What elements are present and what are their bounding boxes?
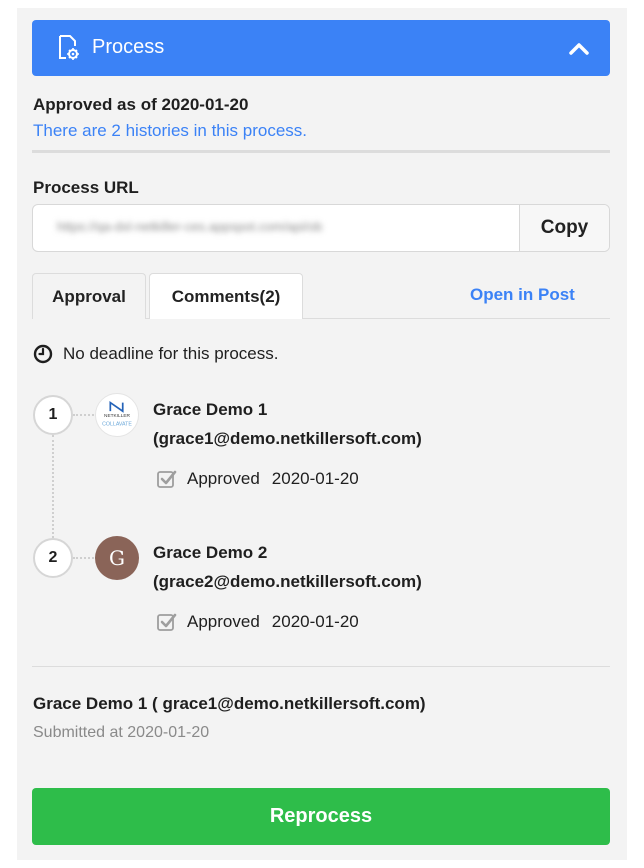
avatar: G: [95, 536, 139, 580]
submitter-name: Grace Demo 1 ( grace1@demo.netkillersoft…: [33, 694, 426, 713]
process-url-value[interactable]: https://qa-dxl-netkiller-ces.appspot.com…: [57, 219, 497, 234]
clock-icon: [33, 344, 53, 364]
step-connector: [52, 435, 54, 538]
header-title: Process: [92, 36, 165, 58]
doc-gear-icon: [59, 35, 79, 60]
approver-email: (grace1@demo.netkillersoft.com): [153, 429, 422, 448]
process-url-label: Process URL: [33, 178, 139, 197]
avatar-brand-top: NETKILLER: [104, 413, 131, 419]
approval-status: Approved 2020-01-20: [157, 612, 359, 632]
status-date: 2020-01-20: [271, 612, 359, 631]
avatar: NETKILLER COLLAVATE: [95, 393, 139, 437]
submitted-at: Submitted at 2020-01-20: [33, 724, 210, 741]
tab-comments[interactable]: Comments(2): [149, 273, 303, 319]
approved-as-of: Approved as of 2020-01-20: [33, 95, 249, 114]
step-connector: [73, 557, 97, 559]
copy-button[interactable]: Copy: [519, 205, 609, 251]
open-in-post-link[interactable]: Open in Post: [470, 285, 575, 305]
tab-approval[interactable]: Approval: [32, 273, 146, 319]
netkiller-logo-icon: NETKILLER COLLAVATE: [102, 400, 132, 428]
step-number: 2: [33, 538, 73, 578]
status-date: 2020-01-20: [271, 469, 359, 488]
deadline-row: No deadline for this process.: [33, 344, 278, 364]
avatar-brand-bottom: COLLAVATE: [102, 422, 132, 428]
checked-box-icon: [157, 613, 177, 631]
step-connector: [73, 414, 97, 416]
reprocess-button[interactable]: Reprocess: [32, 788, 610, 845]
divider: [32, 666, 610, 667]
history-link[interactable]: There are 2 histories in this process.: [33, 121, 307, 141]
process-url-field[interactable]: https://qa-dxl-netkiller-ces.appspot.com…: [32, 204, 610, 252]
approver-email: (grace2@demo.netkillersoft.com): [153, 572, 422, 591]
deadline-text: No deadline for this process.: [63, 344, 279, 363]
approval-status: Approved 2020-01-20: [157, 469, 359, 489]
chevron-up-icon[interactable]: [568, 40, 590, 56]
process-panel: Process Approved as of 2020-01-20 There …: [17, 8, 627, 860]
process-header[interactable]: Process: [32, 20, 610, 76]
approver-name: Grace Demo 1: [153, 400, 268, 419]
approver-name: Grace Demo 2: [153, 543, 268, 562]
checked-box-icon: [157, 470, 177, 488]
step-number: 1: [33, 395, 73, 435]
divider: [32, 150, 610, 153]
status-label: Approved: [187, 469, 260, 488]
status-label: Approved: [187, 612, 260, 631]
